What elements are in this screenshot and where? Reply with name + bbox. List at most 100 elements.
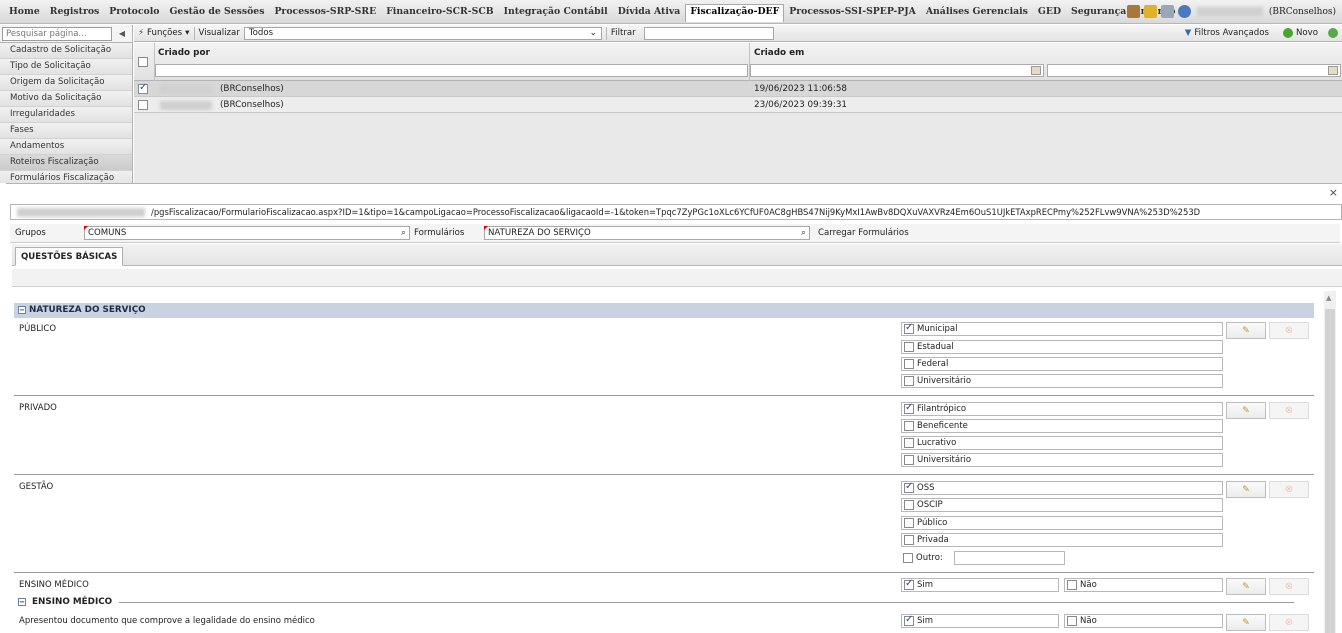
menu-analises-gerenciais[interactable]: Análises Gerenciais xyxy=(921,4,1033,22)
page-search-input[interactable]: Pesquisar página... xyxy=(2,27,112,41)
option-outro[interactable]: Outro: xyxy=(901,550,1065,566)
search-icon[interactable]: ⌕ xyxy=(401,228,406,238)
option-sim[interactable]: Sim xyxy=(901,614,1059,628)
filter-input[interactable] xyxy=(643,26,774,40)
menu-financeiro[interactable]: Financeiro-SCR-SCB xyxy=(381,4,498,22)
menu-ged[interactable]: GED xyxy=(1033,4,1066,22)
table-row[interactable]: (BRConselhos) 23/06/2023 09:39:31 xyxy=(134,97,1342,113)
url-bar[interactable]: /pgsFiscalizacao/FormularioFiscalizacao.… xyxy=(10,204,1342,220)
scroll-up-icon[interactable]: ▲ xyxy=(1326,294,1331,302)
option-checkbox[interactable] xyxy=(1067,580,1077,590)
sidebar-item-fases[interactable]: Fases xyxy=(0,123,132,139)
search-icon[interactable]: ⌕ xyxy=(801,228,806,238)
forms-field[interactable]: NATUREZA DO SERVIÇO ⌕ xyxy=(484,226,810,240)
user-icon[interactable] xyxy=(1177,5,1191,18)
menu-registros[interactable]: Registros xyxy=(45,4,105,22)
menu-home[interactable]: Home xyxy=(4,4,45,22)
sidebar-item-andamentos[interactable]: Andamentos xyxy=(0,139,132,155)
option-checkbox[interactable] xyxy=(904,578,914,590)
calendar-icon[interactable] xyxy=(1031,66,1041,75)
option-estadual[interactable]: Estadual xyxy=(901,340,1223,354)
delete-button[interactable]: ⊗ xyxy=(1269,481,1309,498)
collapse-sidebar-icon[interactable]: ◀ xyxy=(112,25,132,42)
notifications-icon[interactable] xyxy=(1143,5,1157,18)
option-checkbox[interactable] xyxy=(904,421,914,431)
option-checkbox[interactable] xyxy=(904,500,914,510)
sidebar-item-roteiros-fiscalizacao[interactable]: Roteiros Fiscalização xyxy=(0,155,132,171)
option-checkbox[interactable] xyxy=(904,402,914,414)
menu-divida-ativa[interactable]: Dívida Ativa xyxy=(613,4,686,22)
other-input[interactable] xyxy=(953,551,1065,565)
tools-icon[interactable] xyxy=(1126,5,1140,18)
option-nao[interactable]: Não xyxy=(1064,614,1223,628)
option-checkbox[interactable] xyxy=(904,359,914,369)
row-checkbox[interactable] xyxy=(138,100,148,110)
option-privada[interactable]: Privada xyxy=(901,533,1223,547)
user-org[interactable]: (BRConselhos) xyxy=(1269,7,1336,17)
close-icon[interactable]: × xyxy=(1329,186,1338,199)
calendar-icon[interactable] xyxy=(1328,66,1338,75)
menu-fiscalizacao-def[interactable]: Fiscalização-DEF xyxy=(685,4,785,22)
select-all-checkbox[interactable] xyxy=(138,57,148,67)
option-checkbox[interactable] xyxy=(1067,616,1077,626)
sidebar-item-cadastro-solicitacao[interactable]: Cadastro de Solicitação xyxy=(0,43,132,59)
delete-button[interactable]: ⊗ xyxy=(1269,614,1309,631)
option-universitario[interactable]: Universitário xyxy=(901,453,1223,467)
sidebar-item-motivo-solicitacao[interactable]: Motivo da Solicitação xyxy=(0,91,132,107)
option-checkbox[interactable] xyxy=(904,614,914,626)
collapse-section-icon[interactable]: − xyxy=(18,306,26,314)
menu-seguranca[interactable]: Segurança xyxy=(1066,4,1131,22)
advanced-filters-button[interactable]: ▼ Filtros Avançados xyxy=(1181,28,1273,38)
column-header-criado-em[interactable]: Criado em xyxy=(754,48,804,58)
edit-button[interactable]: ✎ xyxy=(1226,578,1266,595)
option-universitario[interactable]: Universitário xyxy=(901,374,1223,388)
groups-field[interactable]: COMUNS ⌕ xyxy=(84,226,410,240)
menu-processos-srp-sre[interactable]: Processos-SRP-SRE xyxy=(269,4,381,22)
option-nao[interactable]: Não xyxy=(1064,578,1223,592)
column-header-criado-por[interactable]: Criado por xyxy=(158,48,210,58)
option-federal[interactable]: Federal xyxy=(901,357,1223,371)
option-checkbox[interactable] xyxy=(904,322,914,334)
vertical-scrollbar[interactable]: ▲ xyxy=(1324,291,1336,633)
option-municipal[interactable]: Municipal xyxy=(901,322,1223,336)
option-beneficente[interactable]: Beneficente xyxy=(901,419,1223,433)
sidebar-item-tipo-solicitacao[interactable]: Tipo de Solicitação xyxy=(0,59,132,75)
sidebar-item-irregularidades[interactable]: Irregularidades xyxy=(0,107,132,123)
functions-menu[interactable]: ⚡ Funções ▾ xyxy=(134,28,194,38)
filter-extra[interactable] xyxy=(1047,64,1341,77)
row-checkbox[interactable] xyxy=(138,82,148,94)
delete-button[interactable]: ⊗ xyxy=(1269,402,1309,419)
edit-button[interactable]: ✎ xyxy=(1226,402,1266,419)
collapse-subsection-icon[interactable]: − xyxy=(18,598,26,606)
edit-button[interactable]: ✎ xyxy=(1226,614,1266,631)
option-checkbox[interactable] xyxy=(904,342,914,352)
filter-criado-em[interactable] xyxy=(750,64,1044,77)
table-row[interactable]: (BRConselhos) 19/06/2023 11:06:58 xyxy=(134,81,1342,97)
refresh-icon[interactable] xyxy=(1328,28,1338,38)
sidebar-item-formularios-fiscalizacao[interactable]: Formulários Fiscalização xyxy=(0,171,132,183)
sidebar-item-origem-solicitacao[interactable]: Origem da Solicitação xyxy=(0,75,132,91)
option-checkbox[interactable] xyxy=(903,553,913,563)
option-sim[interactable]: Sim xyxy=(901,578,1059,592)
view-select[interactable]: Todos ⌄ xyxy=(243,26,602,40)
home-icon[interactable] xyxy=(1160,5,1174,18)
option-oss[interactable]: OSS xyxy=(901,481,1223,495)
edit-button[interactable]: ✎ xyxy=(1226,322,1266,339)
option-publico[interactable]: Público xyxy=(901,516,1223,530)
option-checkbox[interactable] xyxy=(904,376,914,386)
option-checkbox[interactable] xyxy=(904,455,914,465)
menu-protocolo[interactable]: Protocolo xyxy=(104,4,164,22)
option-oscip[interactable]: OSCIP xyxy=(901,498,1223,512)
filter-criado-por[interactable] xyxy=(155,64,748,77)
option-filantropico[interactable]: Filantrópico xyxy=(901,402,1223,416)
option-checkbox[interactable] xyxy=(904,481,914,493)
menu-integracao-contabil[interactable]: Integração Contábil xyxy=(499,4,613,22)
delete-button[interactable]: ⊗ xyxy=(1269,578,1309,595)
option-lucrativo[interactable]: Lucrativo xyxy=(901,436,1223,450)
option-checkbox[interactable] xyxy=(904,438,914,448)
menu-processos-ssi[interactable]: Processos-SSI-SPEP-PJA xyxy=(784,4,921,22)
new-button[interactable]: Novo xyxy=(1279,28,1322,38)
menu-gestao-sessoes[interactable]: Gestão de Sessões xyxy=(164,4,269,22)
tab-questoes-basicas[interactable]: QUESTÕES BÁSICAS xyxy=(15,247,124,266)
option-checkbox[interactable] xyxy=(904,535,914,545)
